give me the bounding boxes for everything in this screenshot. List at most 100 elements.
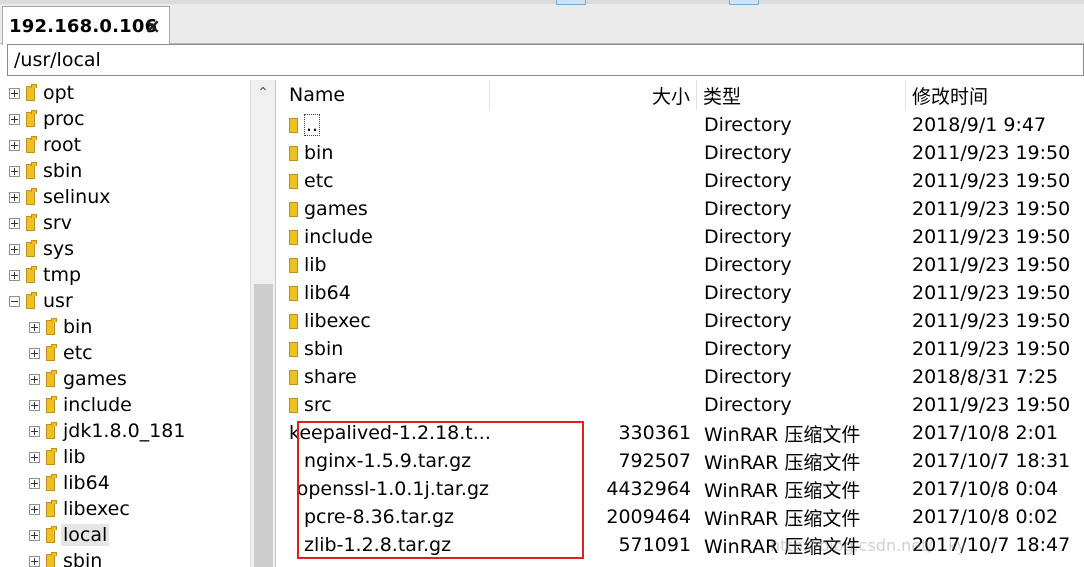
file-modified: 2011/9/23 19:50 xyxy=(912,226,1071,248)
expand-plus-icon[interactable] xyxy=(29,451,40,463)
tree-item-selinux[interactable]: selinux xyxy=(9,184,112,210)
tree-item-opt[interactable]: opt xyxy=(9,80,76,106)
file-type: Directory xyxy=(704,366,792,388)
file-row[interactable]: libexec Directory 2011/9/23 19:50 xyxy=(280,307,1084,335)
column-header-type[interactable]: 类型 xyxy=(697,80,906,110)
file-modified: 2011/9/23 19:50 xyxy=(912,282,1071,304)
close-icon[interactable]: × xyxy=(144,14,161,38)
tree-item-label: root xyxy=(43,134,82,156)
scroll-up-arrow-icon[interactable]: ⌃ xyxy=(251,80,275,106)
session-tab[interactable]: 192.168.0.106 × xyxy=(2,6,170,45)
expand-plus-icon[interactable] xyxy=(29,503,40,515)
toolbar-button-edge[interactable] xyxy=(729,0,759,5)
file-modified: 2011/9/23 19:50 xyxy=(912,170,1071,192)
file-name-cell: libexec xyxy=(289,307,489,335)
tree-item-jdk1-8-0-181[interactable]: jdk1.8.0_181 xyxy=(29,418,187,444)
tree-item-label: proc xyxy=(43,108,85,130)
file-row[interactable]: lib Directory 2011/9/23 19:50 xyxy=(280,251,1084,279)
expand-plus-icon[interactable] xyxy=(9,269,20,281)
file-type: Directory xyxy=(704,114,792,136)
tree-item-tmp[interactable]: tmp xyxy=(9,262,83,288)
path-bar[interactable] xyxy=(7,44,1084,76)
file-name: .. xyxy=(304,114,321,136)
file-row[interactable]: etc Directory 2011/9/23 19:50 xyxy=(280,167,1084,195)
file-modified: 2017/10/8 2:01 xyxy=(912,422,1059,444)
expand-plus-icon[interactable] xyxy=(9,165,20,177)
expand-plus-icon[interactable] xyxy=(29,477,40,489)
tree-item-sbin[interactable]: sbin xyxy=(9,158,84,184)
file-size xyxy=(490,335,691,363)
tree-item-lib[interactable]: lib xyxy=(29,444,88,470)
file-size xyxy=(490,279,691,307)
tree-item-label: lib64 xyxy=(63,472,110,494)
file-size xyxy=(490,139,691,167)
annotation-highlight-box xyxy=(297,421,584,559)
tree-scrollbar[interactable]: ⌃ xyxy=(250,80,275,567)
file-row[interactable]: sbin Directory 2011/9/23 19:50 xyxy=(280,335,1084,363)
folder-icon xyxy=(289,229,298,245)
file-row[interactable]: .. Directory 2018/9/1 9:47 xyxy=(280,111,1084,139)
expand-plus-icon[interactable] xyxy=(29,373,40,385)
file-name: bin xyxy=(304,142,334,164)
file-modified: 2011/9/23 19:50 xyxy=(912,142,1071,164)
tree-item-label: sys xyxy=(43,238,75,260)
tree-item-local[interactable]: local xyxy=(29,522,110,548)
tree-item-label: bin xyxy=(63,316,93,338)
file-name-cell: share xyxy=(289,363,489,391)
file-row[interactable]: lib64 Directory 2011/9/23 19:50 xyxy=(280,279,1084,307)
tree-item-sbin[interactable]: sbin xyxy=(29,548,104,567)
column-header-name[interactable]: Name xyxy=(280,80,490,110)
tree-item-libexec[interactable]: libexec xyxy=(29,496,132,522)
folder-icon xyxy=(289,173,298,189)
file-type: Directory xyxy=(704,226,792,248)
file-row[interactable]: src Directory 2011/9/23 19:50 xyxy=(280,391,1084,419)
tree-item-sys[interactable]: sys xyxy=(9,236,76,262)
expand-plus-icon[interactable] xyxy=(29,555,40,567)
expand-plus-icon[interactable] xyxy=(9,217,20,229)
expand-plus-icon[interactable] xyxy=(29,529,40,541)
tree-item-root[interactable]: root xyxy=(9,132,83,158)
collapse-minus-icon[interactable] xyxy=(9,295,20,307)
file-modified: 2018/8/31 7:25 xyxy=(912,366,1059,388)
folder-icon xyxy=(46,343,57,361)
file-name: include xyxy=(304,226,373,248)
expand-plus-icon[interactable] xyxy=(29,425,40,437)
file-name-cell: .. xyxy=(289,111,489,139)
toolbar-button-edge[interactable] xyxy=(556,0,586,5)
expand-plus-icon[interactable] xyxy=(9,139,20,151)
folder-icon xyxy=(46,369,57,387)
tree-item-etc[interactable]: etc xyxy=(29,340,95,366)
expand-plus-icon[interactable] xyxy=(29,399,40,411)
column-header-modified[interactable]: 修改时间 xyxy=(906,80,1084,110)
file-name-cell: etc xyxy=(289,167,489,195)
file-row[interactable]: include Directory 2011/9/23 19:50 xyxy=(280,223,1084,251)
top-toolbar-edge xyxy=(0,0,1084,4)
folder-icon xyxy=(26,135,37,153)
scrollbar-thumb[interactable] xyxy=(254,284,273,567)
file-row[interactable]: bin Directory 2011/9/23 19:50 xyxy=(280,139,1084,167)
file-type: Directory xyxy=(704,254,792,276)
expand-plus-icon[interactable] xyxy=(9,191,20,203)
file-row[interactable]: share Directory 2018/8/31 7:25 xyxy=(280,363,1084,391)
tree-item-include[interactable]: include xyxy=(29,392,134,418)
tree-item-bin[interactable]: bin xyxy=(29,314,94,340)
expand-plus-icon[interactable] xyxy=(9,243,20,255)
expand-plus-icon[interactable] xyxy=(9,87,20,99)
path-input[interactable] xyxy=(14,49,1083,71)
folder-icon xyxy=(289,257,298,273)
file-modified: 2011/9/23 19:50 xyxy=(912,310,1071,332)
tree-item-proc[interactable]: proc xyxy=(9,106,87,132)
file-type: WinRAR 压缩文件 xyxy=(704,479,861,502)
folder-icon xyxy=(26,265,37,283)
tree-item-games[interactable]: games xyxy=(29,366,129,392)
expand-plus-icon[interactable] xyxy=(9,113,20,125)
tree-item-usr[interactable]: usr xyxy=(9,288,75,314)
tree-item-lib64[interactable]: lib64 xyxy=(29,470,112,496)
column-header-size[interactable]: 大小 xyxy=(490,80,697,110)
tree-item-srv[interactable]: srv xyxy=(9,210,74,236)
expand-plus-icon[interactable] xyxy=(29,321,40,333)
file-name-cell: src xyxy=(289,391,489,419)
expand-plus-icon[interactable] xyxy=(29,347,40,359)
file-row[interactable]: games Directory 2011/9/23 19:50 xyxy=(280,195,1084,223)
folder-icon xyxy=(289,313,298,329)
